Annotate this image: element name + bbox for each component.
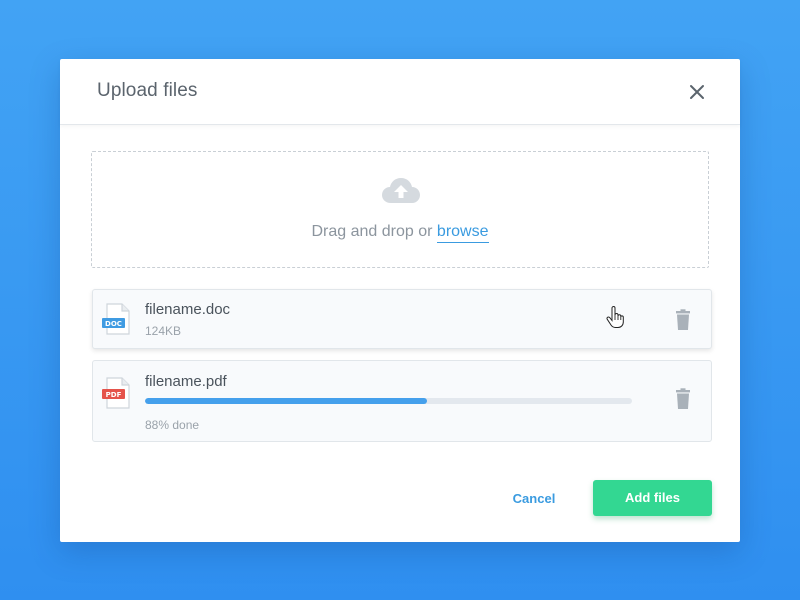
upload-dialog: Upload files Drag and drop or browse DOC… <box>60 59 740 542</box>
browse-link[interactable]: browse <box>436 223 489 243</box>
delete-file-button[interactable] <box>673 388 693 410</box>
trash-icon <box>676 309 690 330</box>
dialog-header: Upload files <box>60 59 740 125</box>
dropzone-text: Drag and drop or browse <box>92 223 708 243</box>
pdf-file-icon: PDF <box>102 377 130 409</box>
hand-pointer-icon <box>606 306 624 328</box>
close-button[interactable] <box>684 79 710 105</box>
cancel-button[interactable]: Cancel <box>500 482 568 516</box>
svg-text:PDF: PDF <box>106 391 122 399</box>
file-item-pdf: PDF filename.pdf 88% done <box>92 360 712 442</box>
upload-progress-fill <box>145 398 428 404</box>
doc-file-icon: DOC <box>102 303 130 335</box>
svg-text:DOC: DOC <box>105 320 122 328</box>
delete-file-button[interactable] <box>673 309 693 331</box>
add-files-button[interactable]: Add files <box>593 480 712 516</box>
file-item-doc: DOC filename.doc 124KB <box>92 289 712 349</box>
upload-status: 88% done <box>145 418 200 432</box>
dropzone-prompt: Drag and drop or <box>311 223 433 240</box>
close-icon <box>690 85 704 99</box>
trash-icon <box>676 388 690 409</box>
upload-progress-bar <box>145 398 632 404</box>
file-name: filename.doc <box>145 301 231 318</box>
file-size: 124KB <box>145 324 182 338</box>
dialog-title: Upload files <box>97 80 198 101</box>
cloud-upload-icon <box>382 178 420 203</box>
dropzone[interactable]: Drag and drop or browse <box>91 151 709 268</box>
file-name: filename.pdf <box>145 373 227 390</box>
